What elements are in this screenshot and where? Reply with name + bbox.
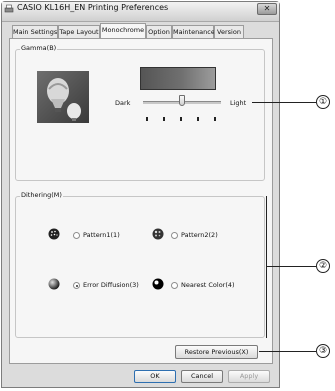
tab-main-settings[interactable]: Main Settings: [12, 25, 58, 38]
printer-icon: [4, 4, 14, 13]
pattern2-label[interactable]: Pattern2(2): [181, 231, 218, 239]
pattern2-radio[interactable]: [171, 232, 178, 239]
dithering-group-title: Dithering(M): [20, 191, 63, 199]
apply-button[interactable]: Apply: [228, 370, 270, 383]
slider-tick: [180, 117, 182, 121]
callout-line-2: [266, 266, 316, 267]
window-title: CASIO KL16H_EN Printing Preferences: [17, 3, 169, 12]
pattern1-radio[interactable]: [73, 232, 80, 239]
slider-tick: [197, 117, 199, 121]
gamma-group-title: Gamma(B): [20, 44, 58, 52]
nearest-color-icon: [152, 278, 164, 290]
slider-tick: [146, 117, 148, 121]
light-label: Light: [230, 99, 247, 107]
ok-button[interactable]: OK: [134, 370, 176, 383]
callout-3: ③: [316, 344, 330, 358]
pattern1-icon: [48, 228, 60, 240]
nearest-color-radio[interactable]: [171, 282, 178, 289]
slider-tick: [163, 117, 165, 121]
tab-tape-layout[interactable]: Tape Layout: [58, 25, 100, 38]
error-diffusion-icon: [48, 278, 60, 290]
callout-line-3: [259, 351, 316, 352]
error-diffusion-radio[interactable]: [73, 282, 80, 289]
callout-bracket-2: [266, 196, 267, 338]
callout-1: ①: [316, 95, 330, 109]
callout-line-1: [252, 102, 316, 103]
restore-previous-button[interactable]: Restore Previous(X): [175, 345, 258, 359]
tab-maintenance[interactable]: Maintenance: [172, 25, 215, 38]
gamma-slider-thumb[interactable]: [179, 95, 185, 106]
close-button[interactable]: ✕: [257, 3, 277, 15]
slider-tick: [214, 117, 216, 121]
pattern2-icon: [152, 228, 164, 240]
gamma-preview-image: [37, 71, 89, 123]
tab-version[interactable]: Version: [214, 25, 244, 38]
pattern1-label[interactable]: Pattern1(1): [83, 231, 120, 239]
callout-2: ②: [316, 259, 330, 273]
dithering-group: [15, 196, 265, 338]
error-diffusion-label[interactable]: Error Diffusion(3): [83, 281, 139, 289]
gamma-swatch: [140, 67, 216, 90]
tab-option[interactable]: Option: [146, 25, 172, 38]
cancel-button[interactable]: Cancel: [181, 370, 223, 383]
dark-label: Dark: [115, 99, 131, 107]
nearest-color-label[interactable]: Nearest Color(4): [181, 281, 235, 289]
tab-monochrome[interactable]: Monochrome: [100, 23, 146, 38]
